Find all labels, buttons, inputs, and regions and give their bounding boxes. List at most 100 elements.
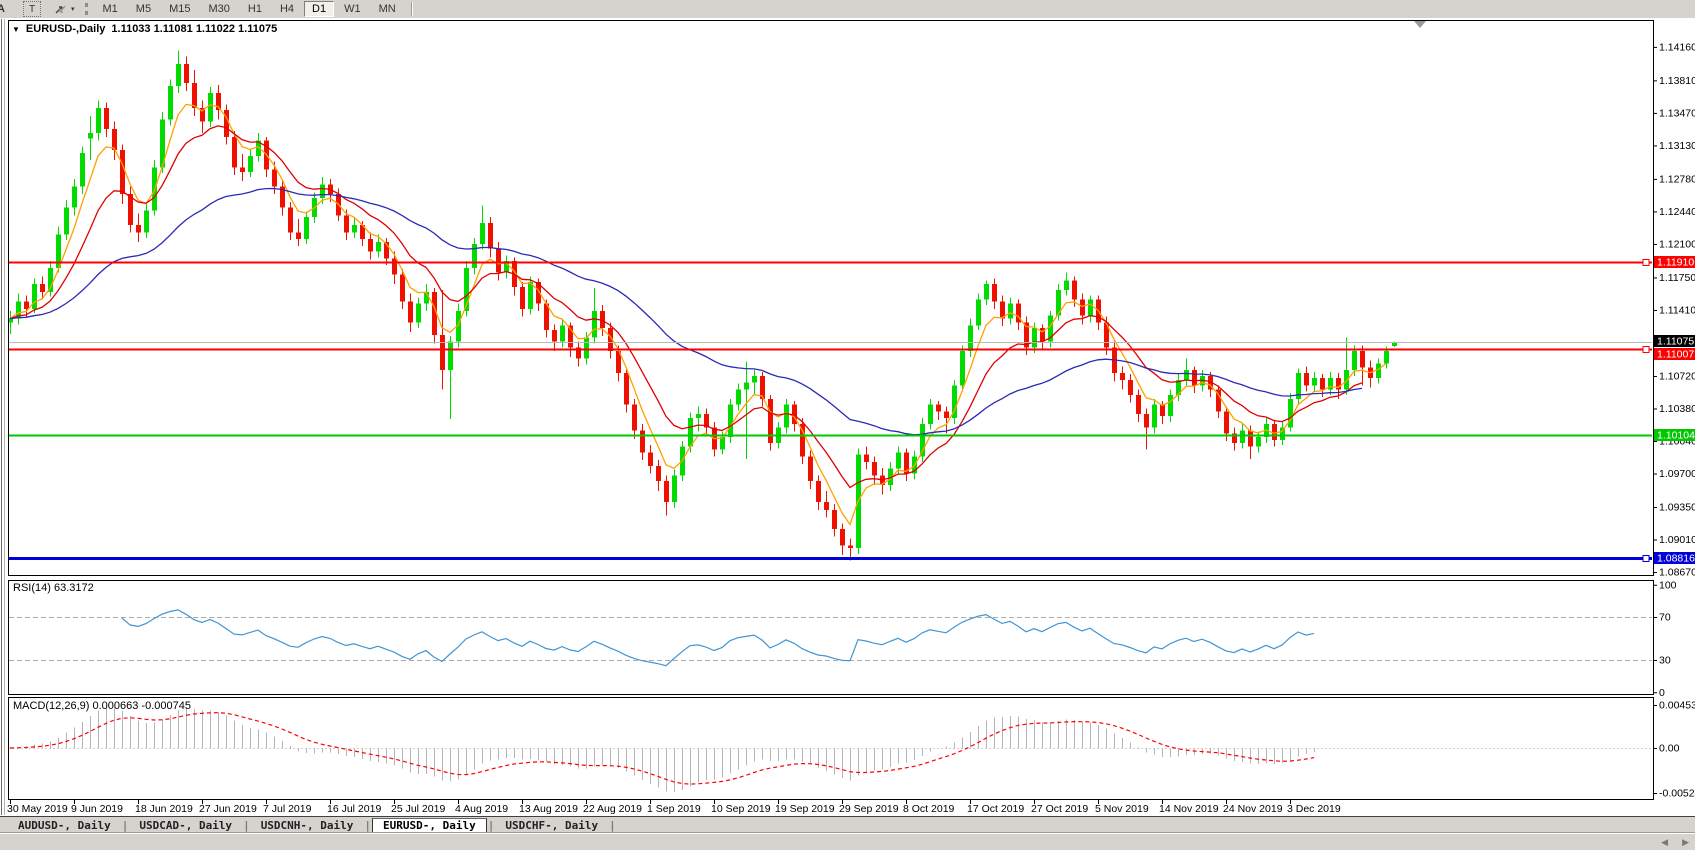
- candle-body: [80, 153, 85, 186]
- candle-body: [784, 405, 789, 428]
- candle-body: [136, 225, 141, 233]
- candle-body: [808, 456, 813, 481]
- period-button-mn[interactable]: MN: [371, 1, 404, 17]
- tab-scroll-left-icon[interactable]: ◀: [1661, 837, 1668, 848]
- candle-body: [288, 208, 293, 233]
- price-tick-label: 1.13470: [1659, 107, 1695, 119]
- period-button-h1[interactable]: H1: [240, 1, 270, 17]
- price-tick-label: 1.13130: [1659, 140, 1695, 152]
- chart-tabs-bar: AUDUSD-, Daily|USDCAD-, Daily|USDCNH-, D…: [0, 816, 1695, 833]
- candle-body: [1152, 405, 1157, 428]
- tab-scroll-right-icon[interactable]: ▶: [1682, 837, 1689, 848]
- candle-body: [472, 244, 477, 268]
- candle-body: [448, 342, 453, 371]
- toolbar-drag-handle[interactable]: [85, 3, 88, 15]
- line-anchor-marker: [1643, 260, 1649, 266]
- line-anchor-marker: [1643, 556, 1649, 562]
- period-button-m1[interactable]: M1: [95, 1, 126, 17]
- candle-body: [1008, 303, 1013, 318]
- candle-body: [840, 529, 845, 545]
- candle-body: [592, 311, 597, 338]
- candle-body: [1192, 370, 1197, 385]
- candle-body: [496, 249, 501, 273]
- period-button-m5[interactable]: M5: [128, 1, 159, 17]
- candle-body: [664, 481, 669, 502]
- date-tick-label: 14 Nov 2019: [1159, 803, 1219, 815]
- tab-separator: |: [487, 817, 496, 833]
- candle-body: [848, 545, 853, 548]
- chart-tab-eurusd[interactable]: EURUSD-, Daily: [372, 818, 487, 833]
- macd-axis-label: 0.00: [1659, 743, 1680, 755]
- rsi-indicator-label: RSI(14) 63.3172: [13, 582, 94, 594]
- candle-body: [144, 210, 149, 232]
- candle-body: [560, 325, 565, 341]
- chart-ohlc-values: 1.11033 1.11081 1.11022 1.11075: [111, 23, 277, 35]
- candle-body: [552, 330, 557, 341]
- date-tick-label: 1 Sep 2019: [647, 803, 701, 815]
- candle-body: [72, 187, 77, 208]
- candle-body: [24, 301, 29, 309]
- candle-body: [936, 405, 941, 412]
- candle-body: [224, 110, 229, 137]
- rsi-axis-label: 0: [1659, 687, 1665, 699]
- dropdown-caret-icon: ▾: [71, 5, 75, 13]
- candle-body: [1256, 437, 1261, 447]
- date-tick-label: 27 Oct 2019: [1031, 803, 1088, 815]
- price-chart-canvas[interactable]: 1.141601.138101.134701.131301.127801.124…: [0, 18, 1695, 816]
- text-label-tool-button[interactable]: T: [23, 1, 41, 17]
- candle-body: [1144, 414, 1149, 427]
- candle-body: [632, 405, 637, 431]
- clipped-toolbar-button[interactable]: A: [0, 3, 9, 15]
- diagonal-arrows-icon: [53, 3, 69, 16]
- chart-title: ▼ EURUSD-,Daily 1.11033 1.11081 1.11022 …: [12, 23, 277, 35]
- price-tick-label: 1.12780: [1659, 173, 1695, 185]
- status-bar: ◀ ▶: [0, 833, 1695, 850]
- candle-body: [168, 86, 173, 119]
- chart-tab-usdcnh[interactable]: USDCNH-, Daily: [251, 817, 364, 833]
- period-button-w1[interactable]: W1: [336, 1, 369, 17]
- tab-separator: |: [363, 817, 372, 833]
- candle-body: [1248, 430, 1253, 446]
- candle-body: [408, 301, 413, 322]
- candle-body: [584, 338, 589, 359]
- candle-body: [640, 430, 645, 452]
- candle-body: [1088, 299, 1093, 315]
- candle-body: [520, 287, 525, 309]
- line-anchor-marker: [1643, 347, 1649, 353]
- chart-tab-usdcad[interactable]: USDCAD-, Daily: [129, 817, 242, 833]
- price-tick-label: 1.12440: [1659, 206, 1695, 218]
- period-button-m15[interactable]: M15: [161, 1, 198, 17]
- chart-tab-usdchf[interactable]: USDCHF-, Daily: [495, 817, 608, 833]
- candle-body: [736, 389, 741, 404]
- tab-separator: |: [121, 817, 130, 833]
- candle-body: [1272, 424, 1277, 440]
- candle-body: [120, 150, 125, 194]
- candle-body: [1120, 373, 1125, 380]
- chart-tab-audusd[interactable]: AUDUSD-, Daily: [8, 817, 121, 833]
- candle-body: [928, 405, 933, 424]
- candle-body: [232, 137, 237, 168]
- candle-body: [240, 167, 245, 172]
- period-button-d1[interactable]: D1: [304, 1, 334, 17]
- tab-separator: |: [242, 817, 251, 833]
- price-label-text: 1.11075: [1657, 336, 1694, 348]
- candle-body: [672, 475, 677, 502]
- period-button-h4[interactable]: H4: [272, 1, 302, 17]
- candle-body: [32, 284, 37, 309]
- date-tick-label: 27 Jun 2019: [199, 803, 257, 815]
- top-toolbar: A T ▾ M1M5M15M30H1H4D1W1MN: [0, 0, 1695, 19]
- candle-body: [64, 208, 69, 235]
- candle-body: [272, 169, 277, 186]
- date-tick-label: 22 Aug 2019: [583, 803, 642, 815]
- candle-body: [1072, 280, 1077, 299]
- date-tick-label: 17 Oct 2019: [967, 803, 1024, 815]
- candle-body: [1360, 351, 1365, 367]
- candle-body: [1304, 373, 1309, 385]
- period-button-m30[interactable]: M30: [200, 1, 237, 17]
- chart-menu-icon[interactable]: ▼: [12, 25, 20, 34]
- rsi-axis-label: 70: [1659, 612, 1671, 624]
- candle-body: [1080, 299, 1085, 315]
- date-tick-label: 19 Sep 2019: [775, 803, 835, 815]
- arrows-tool-button[interactable]: ▾: [53, 3, 75, 16]
- candle-body: [1224, 411, 1229, 433]
